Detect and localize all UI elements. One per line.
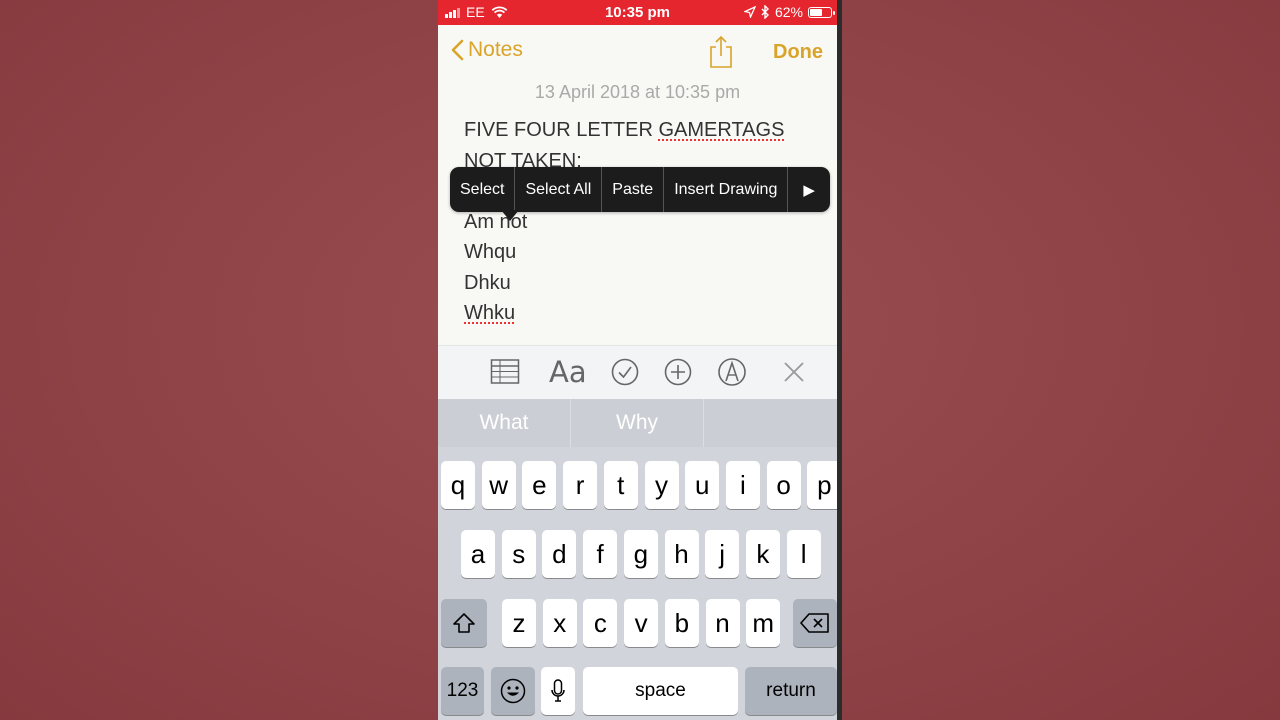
key-u[interactable]: u (685, 461, 720, 509)
misspelled-word[interactable]: Whku (464, 302, 515, 324)
emoji-icon (500, 678, 526, 704)
location-arrow-icon (743, 6, 756, 18)
key-b[interactable]: b (664, 599, 699, 647)
note-date: 13 April 2018 at 10:35 pm (534, 82, 741, 102)
menu-paste[interactable]: Paste (602, 167, 665, 212)
note-line: Whku (464, 298, 784, 329)
battery-percent: 62% (774, 4, 803, 20)
predictive-bar: What Why (438, 399, 837, 447)
status-bar: EE 10:35 pm 62% (438, 0, 837, 25)
back-button[interactable]: Notes (451, 38, 523, 62)
key-a[interactable]: a (461, 530, 495, 578)
key-e[interactable]: e (522, 461, 557, 509)
checklist-icon[interactable] (611, 358, 639, 386)
done-button[interactable]: Done (773, 41, 823, 64)
bluetooth-icon (761, 5, 769, 19)
key-q[interactable]: q (441, 461, 475, 509)
note-body[interactable]: FIVE FOUR LETTER GAMERTAGS NOT TAKEN: . … (464, 115, 784, 329)
key-p[interactable]: p (807, 461, 837, 509)
suggestion-1[interactable]: What (438, 399, 571, 447)
note-line: Dhku (464, 271, 511, 294)
format-toolbar: Aa (438, 345, 837, 400)
backspace-icon (800, 613, 829, 633)
key-d[interactable]: d (542, 530, 577, 578)
key-o[interactable]: o (766, 461, 801, 509)
key-i[interactable]: i (725, 461, 760, 509)
key-x[interactable]: x (542, 599, 577, 647)
dictation-key[interactable] (541, 667, 575, 715)
emoji-key[interactable] (491, 667, 535, 715)
key-w[interactable]: w (481, 461, 516, 509)
note-line-text: FIVE FOUR LETTER (464, 119, 659, 141)
screen-edge (837, 0, 842, 720)
key-z[interactable]: z (502, 599, 536, 647)
keyboard: qwertyuiop asdfghjkl zxcvbnm 123 space r… (438, 447, 837, 720)
menu-more-arrow-icon[interactable]: ▶ (788, 167, 830, 212)
add-icon[interactable] (664, 358, 692, 386)
battery-level-fill (810, 8, 822, 16)
shift-icon (453, 613, 475, 633)
phone-screen: EE 10:35 pm 62% Notes Done 13 April 2018… (438, 0, 837, 720)
menu-select-all[interactable]: Select All (515, 167, 603, 212)
battery-icon (808, 6, 835, 18)
suggestion-3[interactable] (704, 399, 837, 447)
note-line: FIVE FOUR LETTER GAMERTAGS (464, 115, 784, 146)
menu-select[interactable]: Select (450, 167, 516, 212)
key-f[interactable]: f (583, 530, 618, 578)
space-key[interactable]: space (583, 667, 738, 715)
key-h[interactable]: h (664, 530, 699, 578)
return-key[interactable]: return (745, 667, 837, 715)
close-icon[interactable] (783, 361, 805, 383)
menu-insert-drawing[interactable]: Insert Drawing (664, 167, 789, 212)
numbers-key[interactable]: 123 (441, 667, 484, 715)
key-g[interactable]: g (623, 530, 658, 578)
suggestion-2[interactable]: Why (571, 399, 704, 447)
text-format-icon[interactable]: Aa (549, 355, 587, 389)
key-v[interactable]: v (624, 599, 659, 647)
key-c[interactable]: c (583, 599, 618, 647)
shift-key[interactable] (441, 599, 487, 647)
share-icon[interactable] (707, 35, 735, 69)
key-m[interactable]: m (746, 599, 781, 647)
chevron-left-icon (451, 39, 464, 61)
key-j[interactable]: j (705, 530, 740, 578)
key-y[interactable]: y (644, 461, 679, 509)
note-line: Whqu (464, 241, 517, 263)
delete-key[interactable] (793, 599, 837, 647)
edit-menu: Select Select All Paste Insert Drawing ▶ (450, 167, 830, 212)
menu-pointer (501, 210, 519, 221)
table-icon[interactable] (490, 358, 520, 386)
key-t[interactable]: t (603, 461, 638, 509)
key-s[interactable]: s (501, 530, 536, 578)
back-label: Notes (468, 38, 523, 61)
markup-icon[interactable] (717, 357, 747, 387)
key-k[interactable]: k (745, 530, 780, 578)
key-n[interactable]: n (705, 599, 740, 647)
microphone-icon (551, 679, 565, 702)
misspelled-word[interactable]: GAMERTAGS (658, 119, 784, 141)
key-l[interactable]: l (786, 530, 821, 578)
key-r[interactable]: r (563, 461, 598, 509)
